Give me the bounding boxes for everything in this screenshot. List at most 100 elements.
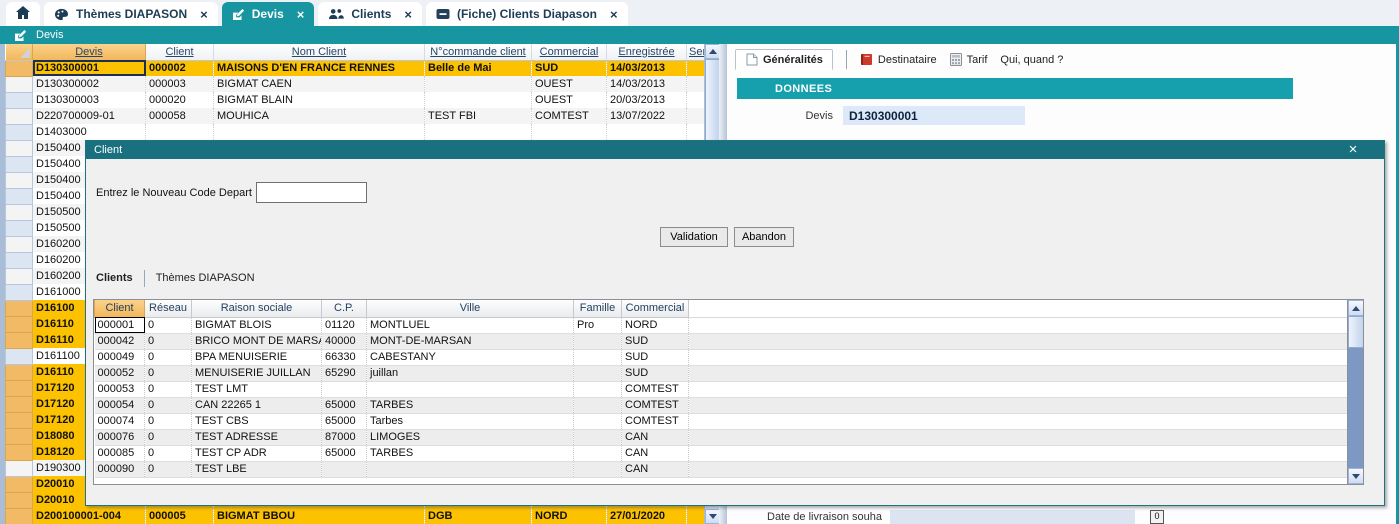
validation-button[interactable]: Validation (660, 227, 728, 247)
lookup-button[interactable]: 0 (1150, 510, 1164, 524)
home-button[interactable] (6, 2, 40, 26)
cell-nom[interactable]: MAISONS D'EN FRANCE RENNES (214, 60, 425, 76)
cell-client[interactable]: 000090 (95, 461, 145, 477)
row-header[interactable] (6, 364, 33, 380)
cell-ser[interactable] (687, 508, 705, 524)
client-row[interactable]: 0000540CAN 22265 165000TARBESCOMTEST (95, 397, 1348, 413)
cell-cp[interactable]: 87000 (322, 429, 367, 445)
row-header[interactable] (6, 252, 33, 268)
cell-commande[interactable]: TEST FBI (425, 108, 532, 124)
cell-famille[interactable] (574, 349, 622, 365)
dialog-tab-th-mes-diapason[interactable]: Thèmes DIAPASON (156, 272, 255, 284)
detail-tab-tarif[interactable]: Tarif (950, 53, 988, 66)
cell-date[interactable]: 14/03/2013 (607, 60, 687, 76)
cell-devis[interactable]: D130300001 (33, 60, 146, 76)
cell-reseau[interactable]: 0 (145, 381, 192, 397)
cell-ville[interactable]: TARBES (367, 397, 574, 413)
tab-th-mes-diapason[interactable]: Thèmes DIAPASON× (44, 2, 218, 26)
tab-close-icon[interactable]: × (404, 7, 412, 22)
cell-reseau[interactable]: 0 (145, 397, 192, 413)
cell-famille[interactable] (574, 445, 622, 461)
row-header[interactable] (6, 188, 33, 204)
row-header[interactable] (6, 156, 33, 172)
row-header[interactable] (6, 476, 33, 492)
detail-tab-destinataire[interactable]: Destinataire (860, 53, 937, 66)
row-header[interactable] (6, 284, 33, 300)
cell-raison[interactable]: MENUISERIE JUILLAN (192, 365, 322, 381)
column-header-commercial[interactable]: Commercial (532, 44, 607, 60)
client-row[interactable]: 0000740TEST CBS65000TarbesCOMTEST (95, 413, 1348, 429)
column-header-commercial[interactable]: Commercial (622, 300, 689, 317)
row-header[interactable] (6, 124, 33, 140)
cell-commercial[interactable]: CAN (622, 445, 689, 461)
cell-famille[interactable] (574, 381, 622, 397)
cell-commercial[interactable]: CAN (622, 429, 689, 445)
cell-client[interactable] (146, 124, 214, 140)
cell-nom[interactable]: BIGMAT BBOU (214, 508, 425, 524)
cell-raison[interactable]: CAN 22265 1 (192, 397, 322, 413)
client-row[interactable]: 0000490BPA MENUISERIE66330CABESTANYSUD (95, 349, 1348, 365)
grid-row[interactable]: D130300001000002MAISONS D'EN FRANCE RENN… (6, 60, 705, 76)
cell-client[interactable]: 000074 (95, 413, 145, 429)
column-header-client[interactable]: Client (95, 300, 145, 317)
row-header[interactable] (6, 300, 33, 316)
grid-row[interactable]: D220700009-01000058MOUHICATEST FBICOMTES… (6, 108, 705, 124)
cell-commande[interactable] (425, 124, 532, 140)
cell-commande[interactable]: DGB (425, 508, 532, 524)
scroll-up-button[interactable] (705, 44, 720, 59)
cell-ser[interactable] (687, 60, 705, 76)
cell-cp[interactable] (322, 461, 367, 477)
cell-reseau[interactable]: 0 (145, 365, 192, 381)
scroll-up-button[interactable] (1348, 300, 1364, 316)
client-row[interactable]: 0000010BIGMAT BLOIS01120MONTLUELProNORD (95, 317, 1348, 333)
cell-commercial[interactable]: CAN (622, 461, 689, 477)
cell-raison[interactable]: BPA MENUISERIE (192, 349, 322, 365)
cell-commande[interactable] (425, 92, 532, 108)
column-header-client[interactable]: Client (146, 44, 214, 60)
row-header[interactable] (6, 108, 33, 124)
cell-ser[interactable] (687, 108, 705, 124)
row-header[interactable] (6, 140, 33, 156)
row-header[interactable] (6, 380, 33, 396)
cell-famille[interactable] (574, 461, 622, 477)
grid-row[interactable]: D200100001-004000005BIGMAT BBOUDGBNORD27… (6, 508, 705, 524)
cell-commercial[interactable]: SUD (622, 349, 689, 365)
cell-commercial[interactable]: OUEST (532, 76, 607, 92)
devis-field-value[interactable]: D130300001 (843, 106, 1025, 125)
cell-date[interactable]: 13/07/2022 (607, 108, 687, 124)
cell-raison[interactable]: BIGMAT BLOIS (192, 317, 322, 333)
abandon-button[interactable]: Abandon (734, 227, 794, 247)
row-header[interactable] (6, 332, 33, 348)
cell-date[interactable]: 20/03/2013 (607, 92, 687, 108)
column-header-n-commande-client[interactable]: N°commande client (425, 44, 532, 60)
row-header[interactable] (6, 316, 33, 332)
row-header[interactable] (6, 348, 33, 364)
row-header[interactable] (6, 268, 33, 284)
row-header[interactable] (6, 204, 33, 220)
cell-ville[interactable]: juillan (367, 365, 574, 381)
cell-commercial[interactable] (532, 124, 607, 140)
tab-devis[interactable]: Devis× (222, 2, 315, 26)
client-row[interactable]: 0000530TEST LMTCOMTEST (95, 381, 1348, 397)
row-header[interactable] (6, 236, 33, 252)
cell-client[interactable]: 000001 (95, 317, 145, 333)
cell-famille[interactable] (574, 397, 622, 413)
cell-ser[interactable] (687, 76, 705, 92)
detail-tab-qui-quand[interactable]: Qui, quand ? (1000, 54, 1063, 66)
column-header-nom-client[interactable]: Nom Client (214, 44, 425, 60)
grid-row[interactable]: D1403000 (6, 124, 705, 140)
cell-nom[interactable]: MOUHICA (214, 108, 425, 124)
cell-ville[interactable]: Tarbes (367, 413, 574, 429)
cell-client[interactable]: 000053 (95, 381, 145, 397)
cell-ville[interactable]: LIMOGES (367, 429, 574, 445)
cell-commercial[interactable]: SUD (532, 60, 607, 76)
cell-ser[interactable] (687, 92, 705, 108)
cell-reseau[interactable]: 0 (145, 413, 192, 429)
cell-client[interactable]: 000085 (95, 445, 145, 461)
cell-reseau[interactable]: 0 (145, 429, 192, 445)
column-header-c-p[interactable]: C.P. (322, 300, 367, 317)
cell-commercial[interactable]: SUD (622, 365, 689, 381)
cell-reseau[interactable]: 0 (145, 317, 192, 333)
cell-cp[interactable]: 40000 (322, 333, 367, 349)
row-header[interactable] (6, 92, 33, 108)
